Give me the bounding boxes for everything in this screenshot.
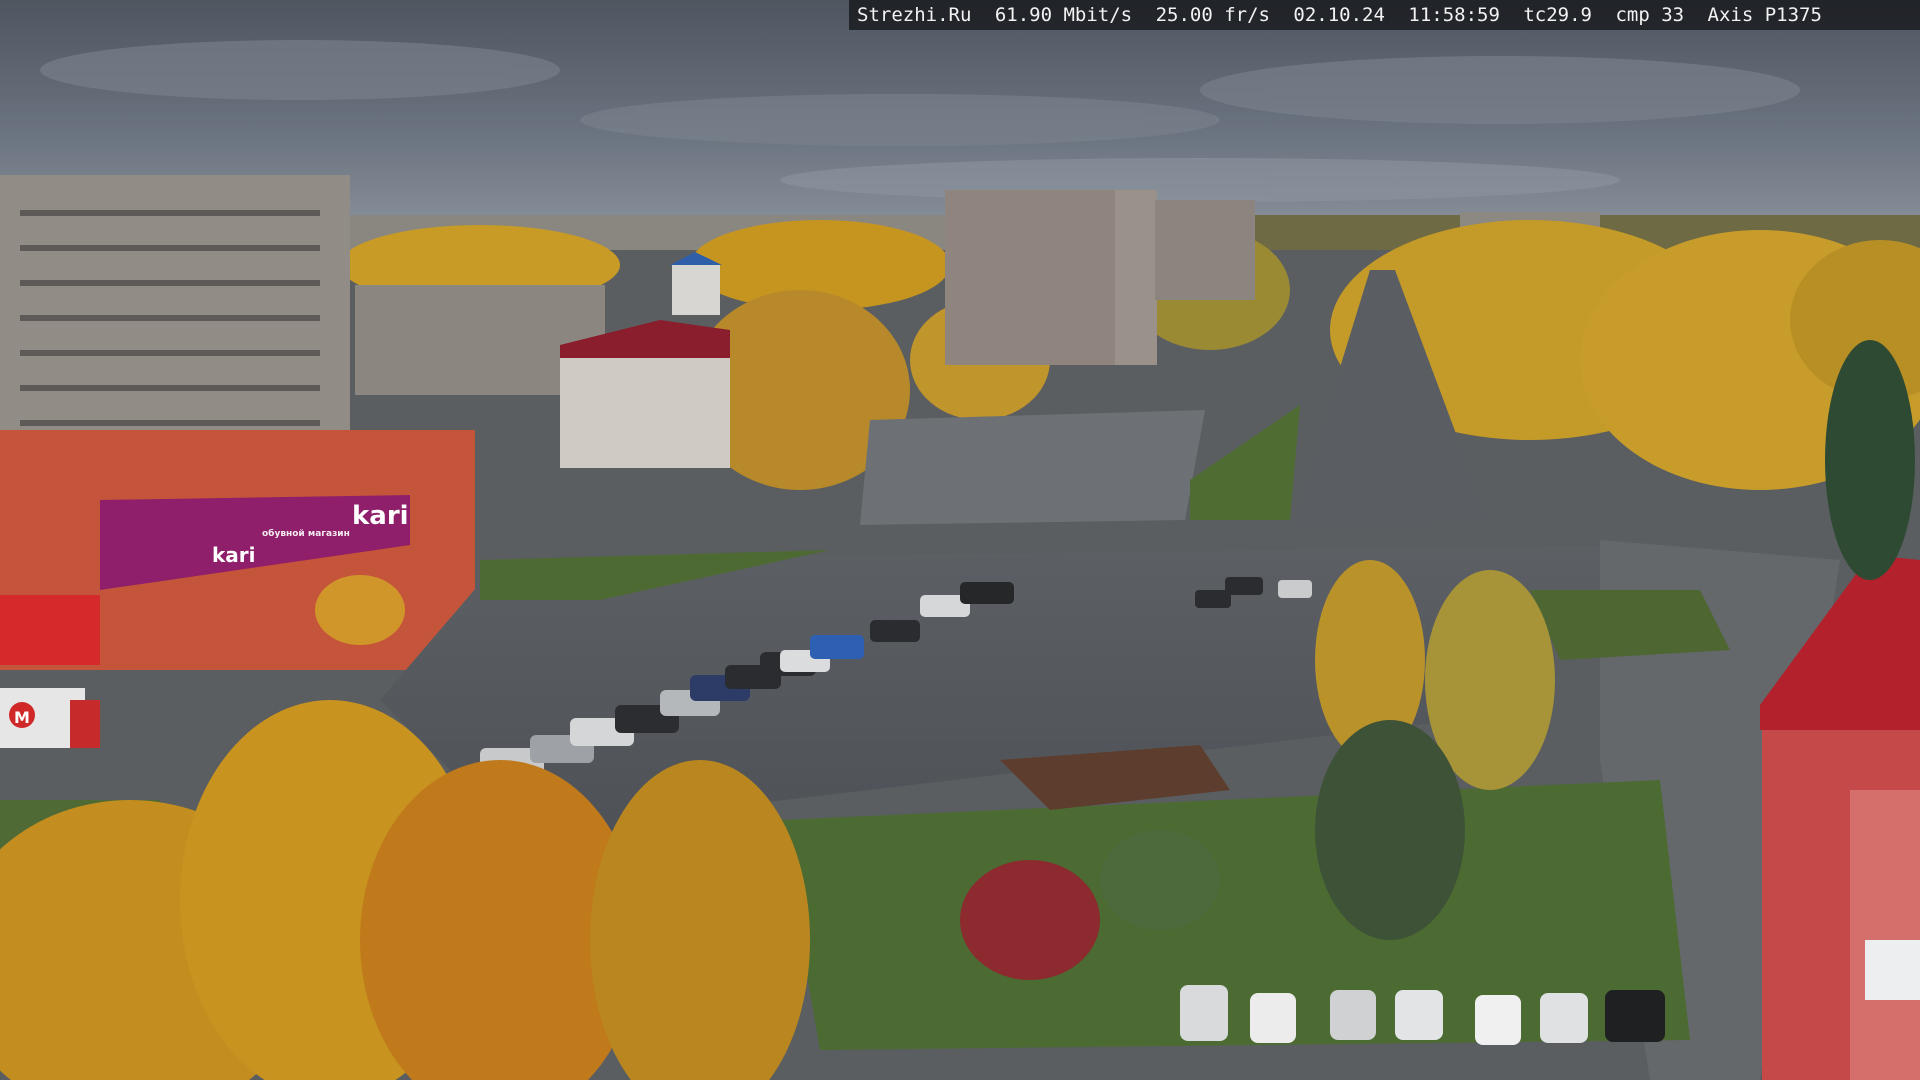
overlay-temperature: tc29.9 bbox=[1523, 4, 1592, 26]
overlay-time: 11:58:59 bbox=[1408, 4, 1500, 26]
red-roof-building bbox=[560, 320, 730, 468]
store-sign-tagline: обувной магазин bbox=[262, 528, 350, 539]
camera-info-overlay: Strezhi.Ru 61.90 Mbit/s 25.00 fr/s 02.10… bbox=[849, 0, 1920, 30]
store-sign-small: kari bbox=[212, 543, 256, 567]
overlay-bitrate: 61.90 Mbit/s bbox=[994, 4, 1133, 26]
overlay-framerate: 25.00 fr/s bbox=[1155, 4, 1270, 26]
store-sign-big: kari bbox=[352, 501, 409, 531]
overlay-compression: cmp 33 bbox=[1615, 4, 1685, 26]
central-plaza bbox=[860, 410, 1205, 525]
webcam-scene: kari kari обувной магазин M Strezhi.Ru 6… bbox=[0, 0, 1920, 1080]
blue-tower bbox=[670, 252, 722, 315]
overlay-date: 02.10.24 bbox=[1293, 4, 1385, 26]
overlay-camera-model: Axis P1375 bbox=[1707, 4, 1822, 26]
truck-logo: M bbox=[14, 708, 30, 727]
scene-illustration: kari kari обувной магазин M bbox=[0, 0, 1920, 1080]
overlay-site: Strezhi.Ru bbox=[857, 4, 972, 26]
